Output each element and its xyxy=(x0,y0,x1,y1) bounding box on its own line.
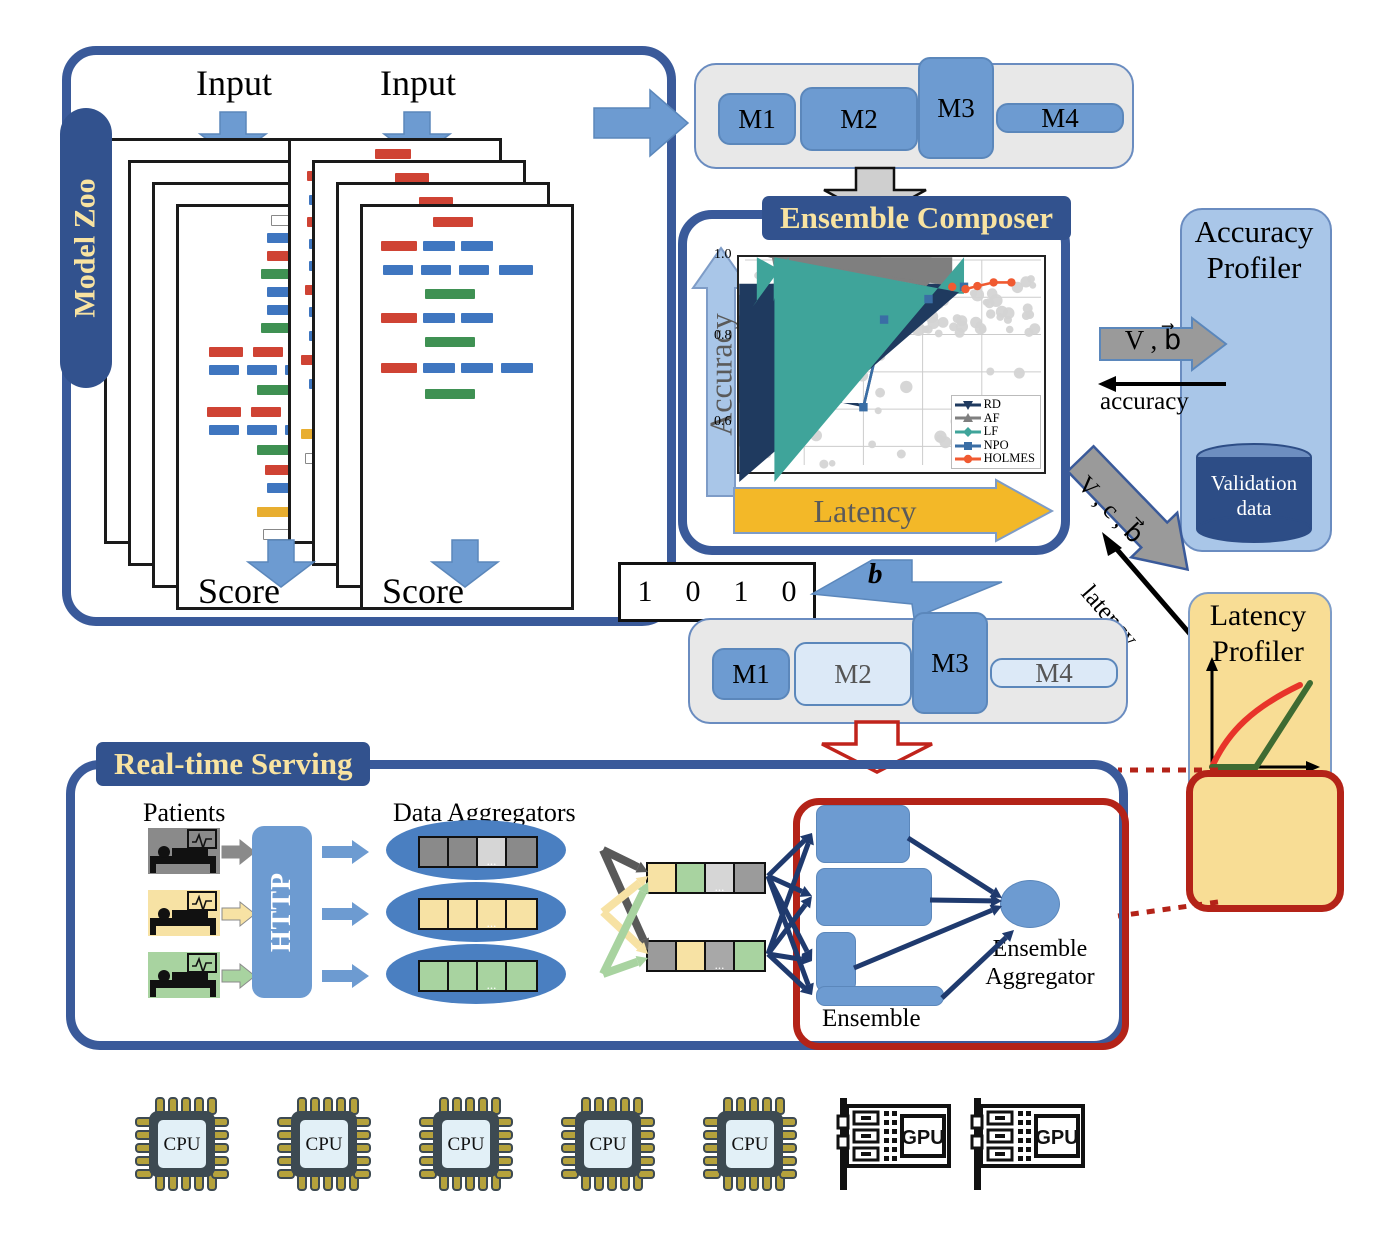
svg-text:GPU: GPU xyxy=(1035,1127,1078,1149)
real-time-serving-title: Real-time Serving xyxy=(96,742,371,786)
svg-text:CPU: CPU xyxy=(306,1134,343,1155)
ensemble-composer-title: Ensemble Composer xyxy=(762,196,1071,240)
svg-text:CPU: CPU xyxy=(732,1134,769,1155)
cpu-icon: CPU xyxy=(277,1097,371,1191)
model-zoo-label: Model Zoo xyxy=(69,178,103,318)
svg-text:CPU: CPU xyxy=(590,1134,627,1155)
svg-text:CPU: CPU xyxy=(448,1134,485,1155)
cpu-icon: CPU xyxy=(419,1097,513,1191)
svg-text:GPU: GPU xyxy=(901,1127,944,1149)
cpu-icon: CPU xyxy=(703,1097,797,1191)
serving-edges xyxy=(599,833,1014,1000)
svg-text:CPU: CPU xyxy=(164,1134,201,1155)
gpu-icon: GPU xyxy=(836,1098,951,1190)
gpu-icon: GPU xyxy=(970,1098,1085,1190)
model-zoo-tab: Model Zoo xyxy=(60,108,112,388)
cpu-icon: CPU xyxy=(135,1097,229,1191)
cpu-icon: CPU xyxy=(561,1097,655,1191)
